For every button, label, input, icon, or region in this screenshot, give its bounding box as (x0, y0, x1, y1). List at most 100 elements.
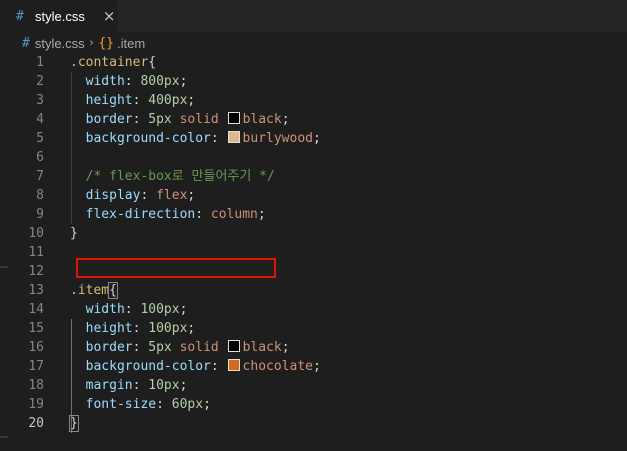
code-token: margin (85, 378, 133, 393)
line-number: 4 (36, 112, 44, 127)
code-text: } (69, 414, 79, 433)
code-line[interactable]: 13 .item{ (0, 281, 627, 300)
line-number: 19 (28, 397, 44, 412)
code-token: } (69, 415, 79, 432)
code-token: : (132, 340, 149, 355)
code-token: : (132, 378, 149, 393)
color-swatch[interactable] (227, 359, 240, 371)
code-token: font-size (85, 397, 157, 412)
code-line[interactable]: 2 width: 800px; (0, 72, 627, 91)
line-number: 10 (28, 226, 44, 241)
code-token: background-color (85, 359, 211, 374)
code-text: .item{ (70, 281, 118, 300)
code-token: column (210, 207, 258, 222)
css-hash-icon: # (22, 35, 30, 51)
code-token: .container (70, 55, 149, 70)
line-number: 6 (36, 150, 44, 165)
code-line[interactable]: 14 width: 100px; (0, 300, 627, 319)
code-token: flex-direction (85, 207, 196, 222)
code-text: flex-direction: column; (70, 205, 266, 224)
breadcrumb-file[interactable]: style.css (35, 36, 85, 51)
code-token: ; (281, 112, 290, 127)
code-line[interactable]: 6 (0, 148, 627, 167)
highlight-box (76, 258, 276, 278)
code-token: { (108, 282, 118, 299)
code-text: .container{ (70, 53, 156, 72)
code-token: height (85, 93, 133, 108)
line-number: 14 (28, 302, 44, 317)
code-token: width (85, 74, 125, 89)
code-token: border (85, 112, 133, 127)
code-line[interactable]: 20} (0, 414, 627, 433)
code-token: : (140, 188, 157, 203)
code-token: width (85, 302, 125, 317)
code-line[interactable]: 8 display: flex; (0, 186, 627, 205)
code-line[interactable]: 1 .container{ (0, 53, 627, 72)
code-token: ; (179, 302, 188, 317)
color-swatch[interactable] (227, 112, 240, 124)
line-number: 17 (28, 359, 44, 374)
code-line[interactable]: 16 border: 5px solid black; (0, 338, 627, 357)
code-token: } (70, 226, 78, 241)
color-swatch[interactable] (227, 340, 240, 352)
code-line[interactable]: 4 border: 5px solid black; (0, 110, 627, 129)
code-token: black (242, 112, 282, 127)
code-token: ; (179, 378, 188, 393)
code-token: border (85, 340, 133, 355)
css-selector-icon: {} (98, 35, 114, 51)
code-line[interactable]: 5 background-color: burlywood; (0, 129, 627, 148)
line-number: 15 (28, 321, 44, 336)
code-editor[interactable]: 1 .container{2 width: 800px; 3 height: 400… (0, 53, 627, 451)
tab-title: style.css (35, 8, 85, 24)
code-line[interactable]: 17 background-color: chocolate; (0, 357, 627, 376)
code-text: width: 100px; (70, 300, 188, 319)
breadcrumb: # style.css › {} .item (0, 32, 627, 54)
code-token: 400px (148, 93, 188, 108)
css-hash-icon: # (16, 8, 24, 24)
editor-tab-bar: # style.css × (0, 0, 627, 32)
code-token: 800px (140, 74, 180, 89)
code-line[interactable]: 15 height: 100px; (0, 319, 627, 338)
code-line[interactable]: 7 /* flex-box로 만들어주기 */ (0, 167, 627, 186)
code-token: : (195, 207, 211, 222)
code-line[interactable]: 18 margin: 10px; (0, 376, 627, 395)
tab-style-css[interactable]: # style.css × (0, 0, 118, 32)
code-line[interactable]: 9 flex-direction: column; (0, 205, 627, 224)
code-token: 60px (171, 397, 204, 412)
code-token: display (85, 188, 141, 203)
code-line[interactable]: 10} (0, 224, 627, 243)
code-token: 5px (148, 340, 172, 355)
line-number: 16 (28, 340, 44, 355)
code-token: black (242, 340, 282, 355)
code-line[interactable]: 19 font-size: 60px; (0, 395, 627, 414)
code-token: ; (187, 321, 196, 336)
code-token: : (210, 131, 227, 146)
code-text: height: 400px; (70, 91, 196, 110)
line-number: 2 (36, 74, 44, 89)
code-token: background-color (85, 131, 211, 146)
code-token: : (132, 112, 149, 127)
color-swatch[interactable] (227, 131, 240, 143)
line-number: 3 (36, 93, 44, 108)
line-number: 13 (28, 283, 44, 298)
line-number: 1 (36, 55, 44, 70)
code-token: flex (156, 188, 188, 203)
code-line[interactable]: 3 height: 400px; (0, 91, 627, 110)
code-token: /* flex-box로 만들어주기 */ (85, 169, 275, 184)
close-icon[interactable]: × (103, 7, 116, 25)
line-number: 8 (36, 188, 44, 203)
gutter-marker (0, 436, 8, 438)
code-token: 100px (148, 321, 188, 336)
breadcrumb-symbol[interactable]: .item (117, 36, 145, 51)
line-number: 12 (28, 264, 44, 279)
